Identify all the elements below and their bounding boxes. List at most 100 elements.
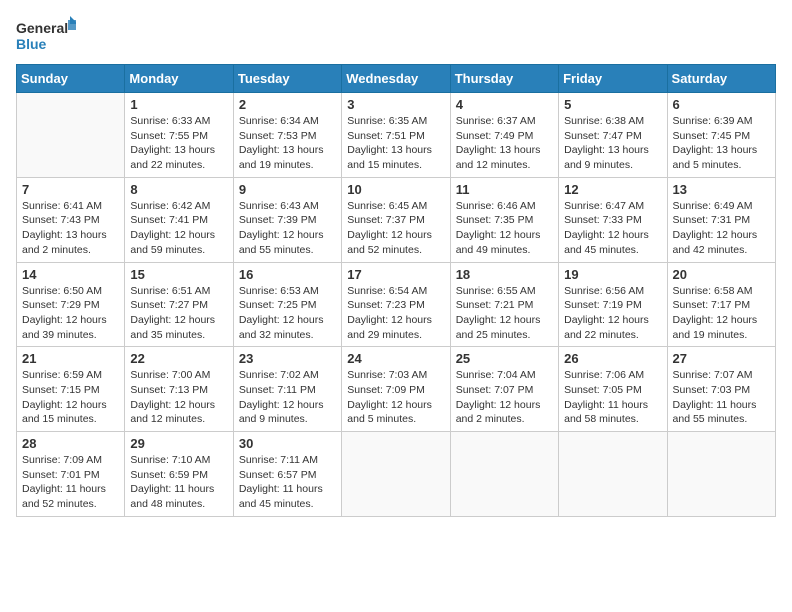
- calendar-cell: 3 Sunrise: 6:35 AMSunset: 7:51 PMDaylight…: [342, 93, 450, 178]
- calendar-cell: 14 Sunrise: 6:50 AMSunset: 7:29 PMDayligh…: [17, 262, 125, 347]
- day-number: 14: [22, 267, 119, 282]
- calendar-cell: 30Sunrise: 7:11 AMSunset: 6:57 PMDayligh…: [233, 432, 341, 517]
- day-number: 22: [130, 351, 227, 366]
- calendar-cell: 16 Sunrise: 6:53 AMSunset: 7:25 PMDayligh…: [233, 262, 341, 347]
- calendar-cell: [559, 432, 667, 517]
- calendar-cell: 27 Sunrise: 7:07 AMSunset: 7:03 PMDayligh…: [667, 347, 775, 432]
- day-info: Sunrise: 6:47 AMSunset: 7:33 PMDaylight:…: [564, 199, 661, 258]
- day-info: Sunrise: 6:39 AMSunset: 7:45 PMDaylight:…: [673, 114, 770, 173]
- calendar-cell: 20 Sunrise: 6:58 AMSunset: 7:17 PMDayligh…: [667, 262, 775, 347]
- day-info: Sunrise: 6:53 AMSunset: 7:25 PMDaylight:…: [239, 284, 336, 343]
- svg-text:General: General: [16, 20, 68, 36]
- calendar-cell: 26 Sunrise: 7:06 AMSunset: 7:05 PMDayligh…: [559, 347, 667, 432]
- col-header-saturday: Saturday: [667, 65, 775, 93]
- calendar-cell: 2Sunrise: 6:34 AMSunset: 7:53 PMDaylight…: [233, 93, 341, 178]
- day-info: Sunrise: 6:46 AMSunset: 7:35 PMDaylight:…: [456, 199, 553, 258]
- day-info: Sunrise: 6:58 AMSunset: 7:17 PMDaylight:…: [673, 284, 770, 343]
- calendar-cell: 5Sunrise: 6:38 AMSunset: 7:47 PMDaylight…: [559, 93, 667, 178]
- day-info: Sunrise: 7:06 AMSunset: 7:05 PMDaylight:…: [564, 368, 661, 427]
- day-number: 7: [22, 182, 119, 197]
- day-info: Sunrise: 7:10 AMSunset: 6:59 PMDaylight:…: [130, 453, 227, 512]
- day-number: 6: [673, 97, 770, 112]
- col-header-tuesday: Tuesday: [233, 65, 341, 93]
- calendar-week-row: 21 Sunrise: 6:59 AMSunset: 7:15 PMDayligh…: [17, 347, 776, 432]
- day-number: 1: [130, 97, 227, 112]
- col-header-friday: Friday: [559, 65, 667, 93]
- day-number: 23: [239, 351, 336, 366]
- calendar-cell: 25Sunrise: 7:04 AMSunset: 7:07 PMDayligh…: [450, 347, 558, 432]
- day-number: 12: [564, 182, 661, 197]
- day-number: 29: [130, 436, 227, 451]
- calendar-cell: 18 Sunrise: 6:55 AMSunset: 7:21 PMDayligh…: [450, 262, 558, 347]
- calendar-cell: 12 Sunrise: 6:47 AMSunset: 7:33 PMDayligh…: [559, 177, 667, 262]
- day-number: 18: [456, 267, 553, 282]
- calendar-cell: 19 Sunrise: 6:56 AMSunset: 7:19 PMDayligh…: [559, 262, 667, 347]
- calendar-cell: 9 Sunrise: 6:43 AMSunset: 7:39 PMDaylight…: [233, 177, 341, 262]
- day-info: Sunrise: 7:09 AMSunset: 7:01 PMDaylight:…: [22, 453, 119, 512]
- day-number: 10: [347, 182, 444, 197]
- day-number: 9: [239, 182, 336, 197]
- col-header-thursday: Thursday: [450, 65, 558, 93]
- calendar-table: SundayMondayTuesdayWednesdayThursdayFrid…: [16, 64, 776, 517]
- day-info: Sunrise: 6:38 AMSunset: 7:47 PMDaylight:…: [564, 114, 661, 173]
- calendar-cell: 21 Sunrise: 6:59 AMSunset: 7:15 PMDayligh…: [17, 347, 125, 432]
- day-number: 19: [564, 267, 661, 282]
- day-number: 3: [347, 97, 444, 112]
- calendar-cell: 7 Sunrise: 6:41 AMSunset: 7:43 PMDaylight…: [17, 177, 125, 262]
- day-info: Sunrise: 6:43 AMSunset: 7:39 PMDaylight:…: [239, 199, 336, 258]
- day-number: 15: [130, 267, 227, 282]
- day-number: 8: [130, 182, 227, 197]
- calendar-cell: 4Sunrise: 6:37 AMSunset: 7:49 PMDaylight…: [450, 93, 558, 178]
- calendar-cell: [667, 432, 775, 517]
- day-number: 28: [22, 436, 119, 451]
- day-info: Sunrise: 7:02 AMSunset: 7:11 PMDaylight:…: [239, 368, 336, 427]
- logo-svg: General Blue: [16, 16, 76, 56]
- calendar-cell: [450, 432, 558, 517]
- calendar-cell: 29 Sunrise: 7:10 AMSunset: 6:59 PMDayligh…: [125, 432, 233, 517]
- day-info: Sunrise: 7:07 AMSunset: 7:03 PMDaylight:…: [673, 368, 770, 427]
- calendar-cell: 10 Sunrise: 6:45 AMSunset: 7:37 PMDayligh…: [342, 177, 450, 262]
- day-info: Sunrise: 6:41 AMSunset: 7:43 PMDaylight:…: [22, 199, 119, 258]
- day-number: 4: [456, 97, 553, 112]
- col-header-monday: Monday: [125, 65, 233, 93]
- day-number: 26: [564, 351, 661, 366]
- day-number: 20: [673, 267, 770, 282]
- day-info: Sunrise: 6:55 AMSunset: 7:21 PMDaylight:…: [456, 284, 553, 343]
- day-number: 16: [239, 267, 336, 282]
- calendar-cell: 23 Sunrise: 7:02 AMSunset: 7:11 PMDayligh…: [233, 347, 341, 432]
- svg-text:Blue: Blue: [16, 36, 47, 52]
- calendar-cell: 28 Sunrise: 7:09 AMSunset: 7:01 PMDayligh…: [17, 432, 125, 517]
- day-info: Sunrise: 7:04 AMSunset: 7:07 PMDaylight:…: [456, 368, 553, 427]
- day-number: 24: [347, 351, 444, 366]
- calendar-cell: 22 Sunrise: 7:00 AMSunset: 7:13 PMDayligh…: [125, 347, 233, 432]
- day-info: Sunrise: 6:45 AMSunset: 7:37 PMDaylight:…: [347, 199, 444, 258]
- calendar-cell: [17, 93, 125, 178]
- day-number: 11: [456, 182, 553, 197]
- calendar-cell: 8Sunrise: 6:42 AMSunset: 7:41 PMDaylight…: [125, 177, 233, 262]
- day-info: Sunrise: 6:35 AMSunset: 7:51 PMDaylight:…: [347, 114, 444, 173]
- calendar-cell: 1Sunrise: 6:33 AMSunset: 7:55 PMDaylight…: [125, 93, 233, 178]
- page-header: General Blue: [16, 16, 776, 56]
- calendar-cell: 24Sunrise: 7:03 AMSunset: 7:09 PMDayligh…: [342, 347, 450, 432]
- calendar-cell: 11 Sunrise: 6:46 AMSunset: 7:35 PMDayligh…: [450, 177, 558, 262]
- day-number: 27: [673, 351, 770, 366]
- day-info: Sunrise: 6:56 AMSunset: 7:19 PMDaylight:…: [564, 284, 661, 343]
- day-number: 17: [347, 267, 444, 282]
- day-info: Sunrise: 6:54 AMSunset: 7:23 PMDaylight:…: [347, 284, 444, 343]
- day-number: 2: [239, 97, 336, 112]
- day-number: 13: [673, 182, 770, 197]
- col-header-sunday: Sunday: [17, 65, 125, 93]
- calendar-header-row: SundayMondayTuesdayWednesdayThursdayFrid…: [17, 65, 776, 93]
- day-info: Sunrise: 6:50 AMSunset: 7:29 PMDaylight:…: [22, 284, 119, 343]
- day-info: Sunrise: 6:59 AMSunset: 7:15 PMDaylight:…: [22, 368, 119, 427]
- day-info: Sunrise: 7:00 AMSunset: 7:13 PMDaylight:…: [130, 368, 227, 427]
- calendar-cell: 15 Sunrise: 6:51 AMSunset: 7:27 PMDayligh…: [125, 262, 233, 347]
- calendar-week-row: 14 Sunrise: 6:50 AMSunset: 7:29 PMDayligh…: [17, 262, 776, 347]
- day-number: 21: [22, 351, 119, 366]
- day-info: Sunrise: 6:51 AMSunset: 7:27 PMDaylight:…: [130, 284, 227, 343]
- calendar-week-row: 7 Sunrise: 6:41 AMSunset: 7:43 PMDaylight…: [17, 177, 776, 262]
- calendar-week-row: 28 Sunrise: 7:09 AMSunset: 7:01 PMDayligh…: [17, 432, 776, 517]
- calendar-cell: [342, 432, 450, 517]
- calendar-cell: 13Sunrise: 6:49 AMSunset: 7:31 PMDayligh…: [667, 177, 775, 262]
- logo: General Blue: [16, 16, 76, 56]
